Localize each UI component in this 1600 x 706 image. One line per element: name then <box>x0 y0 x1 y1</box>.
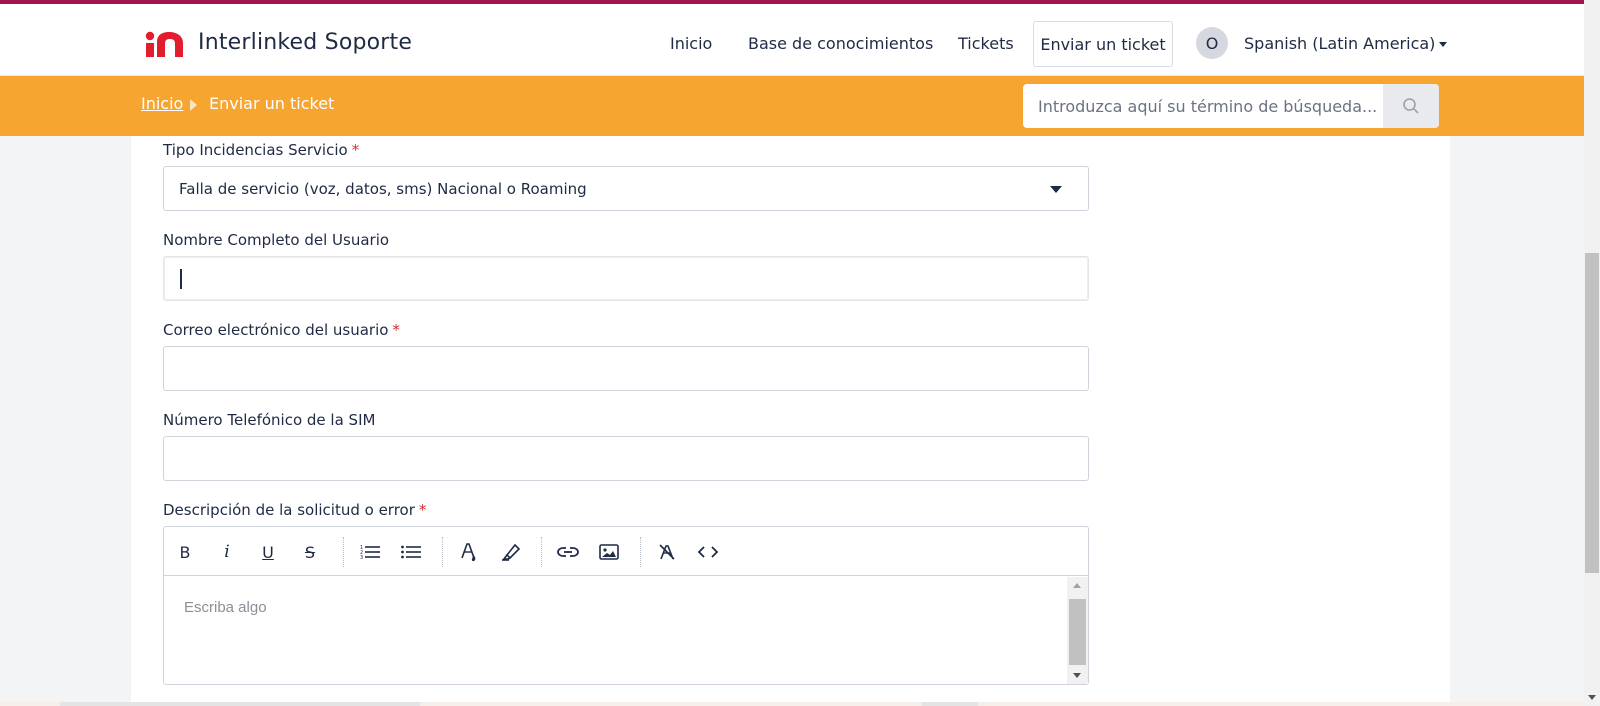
bold-icon: B <box>179 542 191 562</box>
image-icon <box>599 544 619 560</box>
description-label-text: Descripción de la solicitud o error <box>163 501 415 519</box>
submit-ticket-button[interactable]: Enviar un ticket <box>1033 21 1173 67</box>
search-icon <box>1403 98 1419 114</box>
link-icon <box>557 547 579 557</box>
sim-phone-label-text: Número Telefónico de la SIM <box>163 411 376 429</box>
font-color-icon <box>461 543 476 562</box>
image-button[interactable] <box>596 539 622 565</box>
editor-placeholder: Escriba algo <box>184 599 267 616</box>
nav-tickets[interactable]: Tickets <box>958 34 1014 53</box>
full-name-label-text: Nombre Completo del Usuario <box>163 231 390 249</box>
email-label: Correo electrónico del usuario * <box>163 321 400 339</box>
search-box <box>1023 84 1439 128</box>
nav-knowledge-base[interactable]: Base de conocimientos <box>748 34 933 53</box>
italic-button[interactable]: i <box>214 539 240 565</box>
text-cursor <box>180 269 182 289</box>
email-field[interactable] <box>163 346 1089 391</box>
sim-phone-field[interactable] <box>163 436 1089 481</box>
toolbar-divider <box>343 537 344 567</box>
code-view-button[interactable] <box>695 539 721 565</box>
editor-toolbar: B i U S 1 2 3 <box>164 527 1088 576</box>
avatar[interactable]: O <box>1196 27 1228 59</box>
page-scrollbar[interactable] <box>1584 0 1600 706</box>
strikethrough-icon: S <box>304 542 316 562</box>
code-icon <box>697 546 719 558</box>
site-header: Interlinked Soporte Inicio Base de conoc… <box>0 4 1584 76</box>
required-marker: * <box>351 141 360 159</box>
page-scrollbar-thumb[interactable] <box>1585 253 1599 573</box>
toolbar-divider <box>541 537 542 567</box>
clear-format-button[interactable] <box>654 539 680 565</box>
ordered-list-icon: 1 2 3 <box>360 545 380 560</box>
incident-type-select[interactable]: Falla de servicio (voz, datos, sms) Naci… <box>163 166 1089 211</box>
editor-content-area[interactable]: Escriba algo <box>164 577 1067 684</box>
email-label-text: Correo electrónico del usuario <box>163 321 389 339</box>
strikethrough-button[interactable]: S <box>297 539 323 565</box>
highlight-button[interactable] <box>498 539 524 565</box>
breadcrumb-current: Enviar un ticket <box>209 94 335 113</box>
search-button[interactable] <box>1383 84 1439 128</box>
full-name-field[interactable] <box>163 256 1089 301</box>
full-name-label: Nombre Completo del Usuario <box>163 231 389 249</box>
scroll-down-icon[interactable] <box>1073 673 1081 678</box>
svg-text:3: 3 <box>360 555 363 560</box>
description-editor: B i U S 1 2 3 Escriba algo <box>163 526 1089 685</box>
incident-type-label: Tipo Incidencias Servicio * <box>163 141 359 159</box>
font-color-button[interactable] <box>456 539 482 565</box>
underline-icon: U <box>262 542 274 562</box>
editor-scrollbar-thumb[interactable] <box>1069 599 1086 665</box>
scroll-up-icon[interactable] <box>1073 583 1081 588</box>
ordered-list-button[interactable]: 1 2 3 <box>357 539 383 565</box>
caret-down-icon <box>1439 42 1448 47</box>
avatar-initial: O <box>1205 33 1219 53</box>
language-selector[interactable]: Spanish (Latin America) <box>1244 34 1448 53</box>
link-button[interactable] <box>555 539 581 565</box>
nav-inicio[interactable]: Inicio <box>670 34 712 53</box>
bullet-list-button[interactable] <box>398 539 424 565</box>
required-marker: * <box>392 321 400 339</box>
italic-icon: i <box>224 542 230 562</box>
toolbar-divider <box>640 537 641 567</box>
required-marker: * <box>418 501 427 519</box>
editor-scrollbar[interactable] <box>1067 577 1088 684</box>
sim-phone-label: Número Telefónico de la SIM <box>163 411 375 429</box>
clear-formatting-icon <box>659 544 675 560</box>
incident-type-value: Falla de servicio (voz, datos, sms) Naci… <box>179 180 587 198</box>
breadcrumb-band: Inicio Enviar un ticket <box>0 76 1584 136</box>
incident-type-label-text: Tipo Incidencias Servicio <box>163 141 348 159</box>
brand-name[interactable]: Interlinked Soporte <box>198 30 412 55</box>
bullet-list-icon <box>401 545 421 559</box>
scroll-down-icon[interactable] <box>1588 695 1596 700</box>
breadcrumb-home-link[interactable]: Inicio <box>141 94 183 113</box>
interlinked-logo[interactable] <box>145 30 185 58</box>
breadcrumb-separator-icon <box>190 99 197 111</box>
search-input[interactable] <box>1023 84 1383 128</box>
bottom-edge-segment <box>922 702 978 706</box>
language-label: Spanish (Latin America) <box>1244 34 1436 53</box>
chevron-down-icon <box>1050 186 1062 193</box>
underline-button[interactable]: U <box>255 539 281 565</box>
highlighter-icon <box>502 543 521 561</box>
bold-button[interactable]: B <box>172 539 198 565</box>
bottom-edge-segment <box>60 702 420 706</box>
toolbar-divider <box>442 537 443 567</box>
description-label: Descripción de la solicitud o error * <box>163 501 426 519</box>
